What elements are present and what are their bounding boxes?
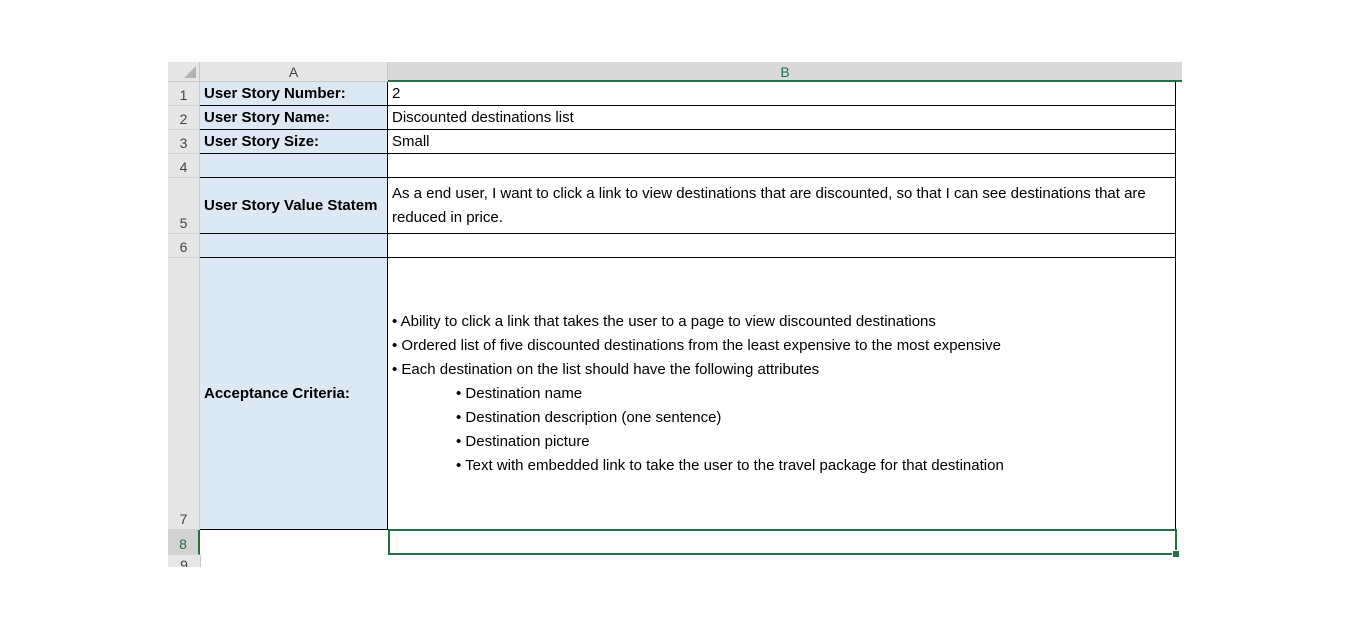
- value-statement-label: User Story Value Statem: [204, 197, 378, 214]
- user-story-name-label: User Story Name:: [204, 109, 330, 126]
- criteria-subitem: • Destination description (one sentence): [456, 408, 722, 426]
- cell-a3[interactable]: User Story Size:: [200, 130, 388, 154]
- active-cell-b8[interactable]: [388, 529, 1180, 558]
- user-story-number-label: User Story Number:: [204, 85, 346, 102]
- cell-b7[interactable]: • Ability to click a link that takes the…: [388, 258, 1176, 530]
- cell-a4[interactable]: [200, 154, 388, 178]
- cell-b6[interactable]: [388, 234, 1176, 258]
- row-header-9[interactable]: 9: [168, 555, 201, 567]
- row-header-3[interactable]: 3: [168, 130, 200, 154]
- criteria-subitem: • Destination name: [456, 384, 583, 402]
- fill-handle[interactable]: [1172, 550, 1180, 558]
- criteria-item: • Ordered list of five discounted destin…: [392, 336, 1001, 354]
- user-story-number-value: 2: [392, 85, 401, 102]
- user-story-size-label: User Story Size:: [204, 133, 320, 150]
- cell-a8[interactable]: [200, 530, 388, 554]
- row-header-5[interactable]: 5: [168, 178, 200, 234]
- cell-a5[interactable]: User Story Value Statem: [200, 178, 388, 234]
- cell-b4[interactable]: [388, 154, 1176, 178]
- row-header-1[interactable]: 1: [168, 82, 200, 106]
- row-header-6[interactable]: 6: [168, 234, 200, 258]
- row-header-7[interactable]: 7: [168, 258, 200, 530]
- user-story-name-value: Discounted destinations list: [392, 109, 574, 126]
- cell-a7[interactable]: Acceptance Criteria:: [200, 258, 388, 530]
- cell-b3[interactable]: Small: [388, 130, 1176, 154]
- cell-b2[interactable]: Discounted destinations list: [388, 106, 1176, 130]
- value-statement-text: As a end user, I want to click a link to…: [392, 184, 1146, 226]
- select-all-triangle-icon: [184, 66, 196, 78]
- column-header-b[interactable]: B: [388, 62, 1182, 82]
- criteria-item: • Ability to click a link that takes the…: [392, 312, 936, 330]
- row-header-4[interactable]: 4: [168, 154, 200, 178]
- criteria-subitem: • Text with embedded link to take the us…: [456, 456, 1004, 474]
- row-header-8[interactable]: 8: [168, 530, 200, 555]
- cell-b5[interactable]: As a end user, I want to click a link to…: [388, 178, 1176, 234]
- cell-a2[interactable]: User Story Name:: [200, 106, 388, 130]
- row-header-2[interactable]: 2: [168, 106, 200, 130]
- criteria-item: • Each destination on the list should ha…: [392, 360, 820, 378]
- cell-a1[interactable]: User Story Number:: [200, 82, 388, 106]
- criteria-subitem: • Destination picture: [456, 432, 590, 450]
- column-header-a[interactable]: A: [200, 62, 388, 82]
- acceptance-criteria-list: • Ability to click a link that takes the…: [392, 310, 1004, 478]
- acceptance-criteria-label: Acceptance Criteria:: [204, 385, 350, 402]
- cell-b1[interactable]: 2: [388, 82, 1176, 106]
- select-all-corner[interactable]: [168, 62, 200, 82]
- user-story-size-value: Small: [392, 133, 430, 150]
- cell-a6[interactable]: [200, 234, 388, 258]
